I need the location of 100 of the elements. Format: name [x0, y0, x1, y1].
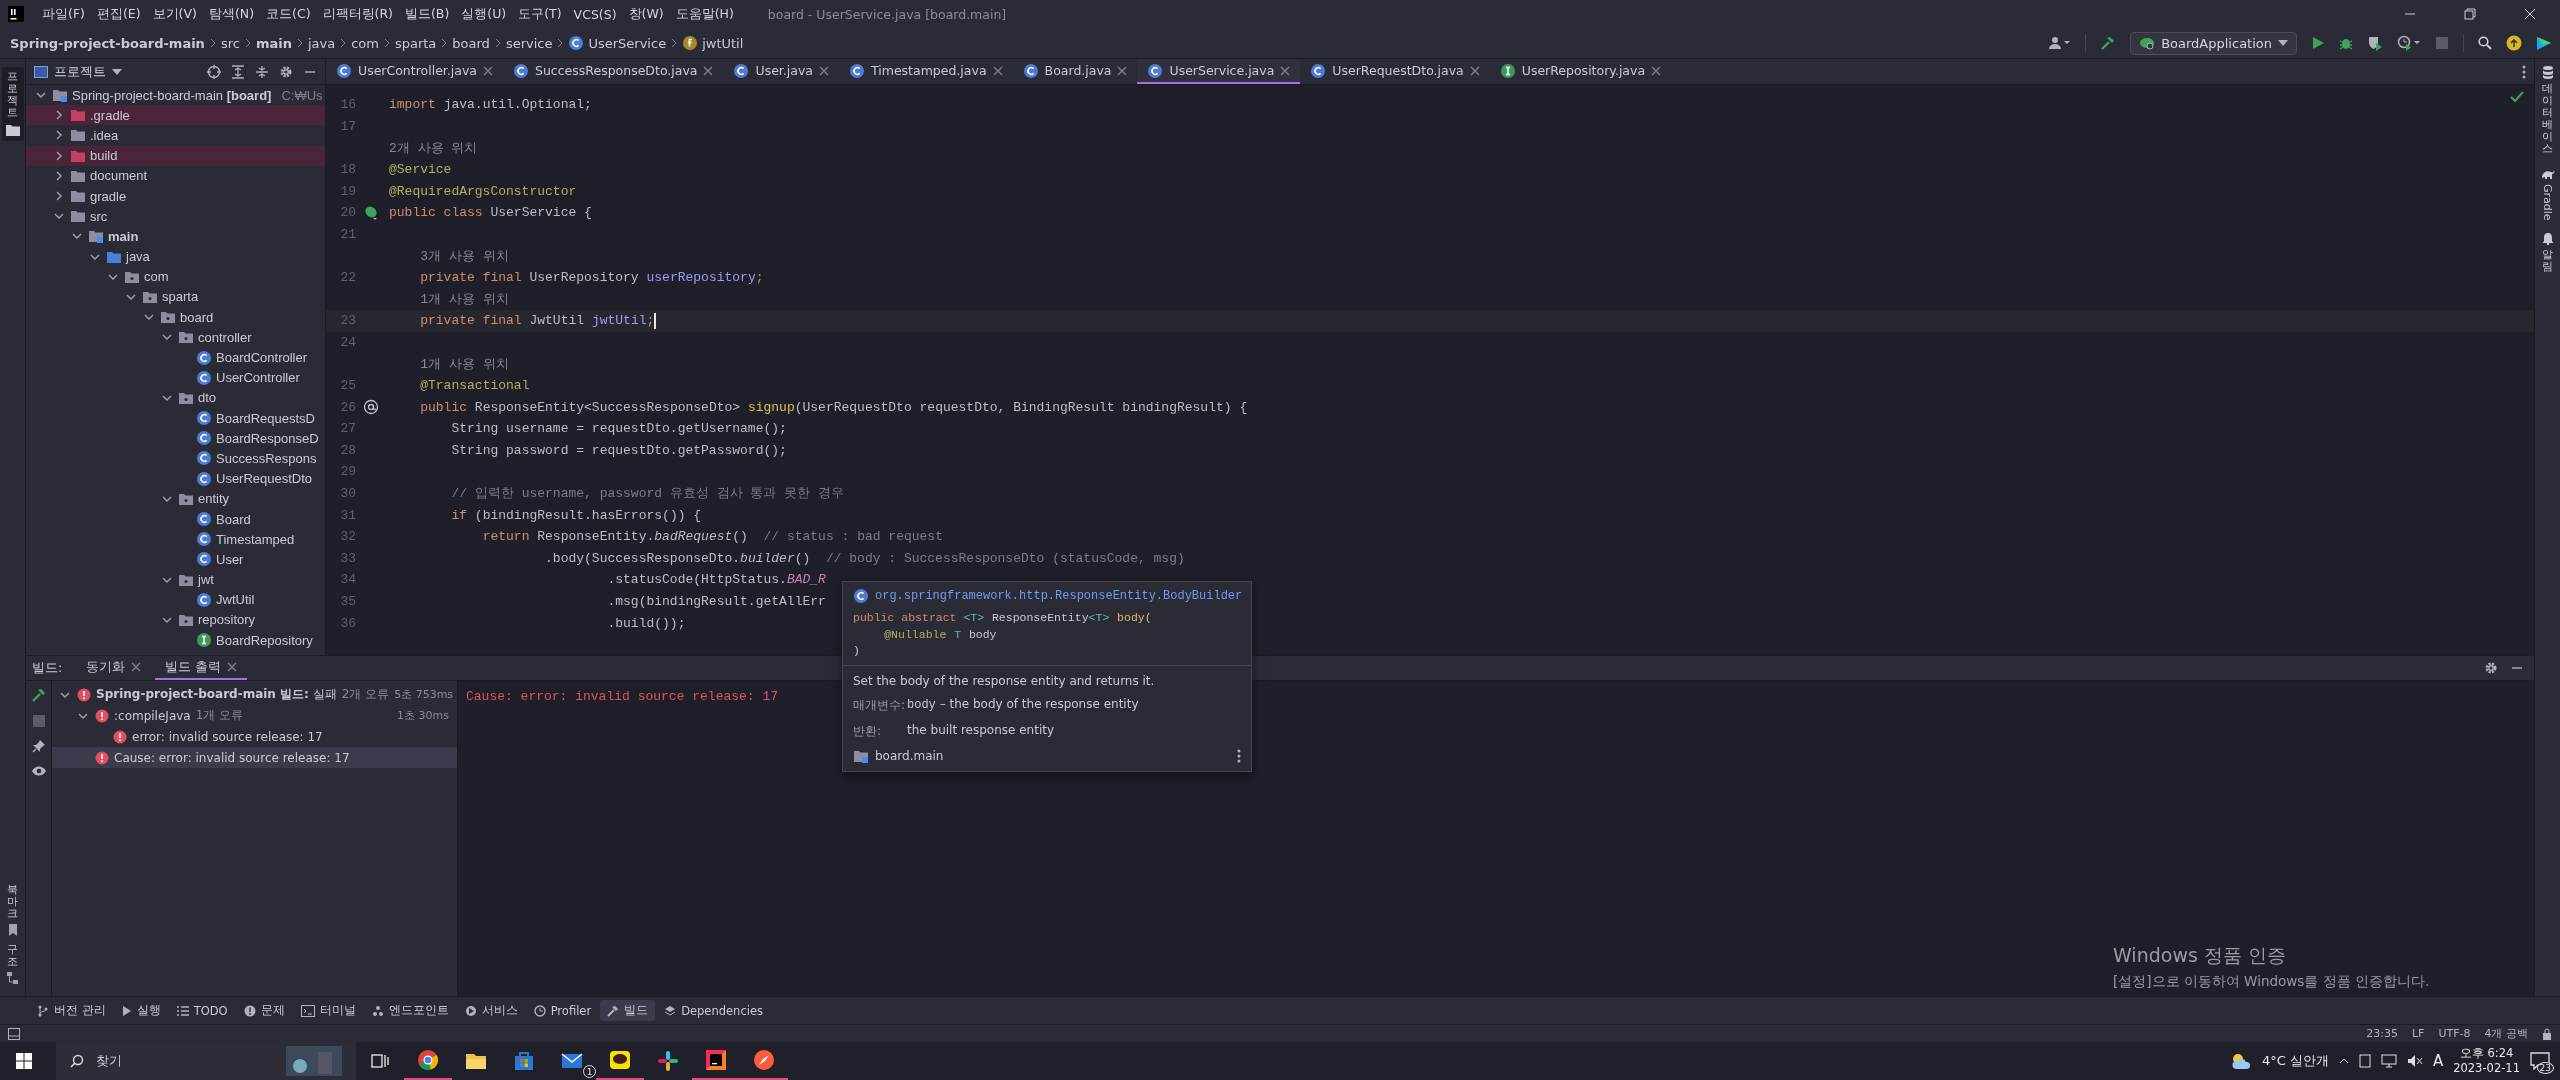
tree-item[interactable]: gradle [90, 188, 127, 204]
app-logo-icon[interactable] [2536, 35, 2552, 51]
input-language-indicator[interactable]: A [2432, 1052, 2444, 1070]
tool-window-tab[interactable]: 데이터베이스 [2542, 83, 2553, 156]
close-icon[interactable] [1280, 65, 1291, 76]
tool-window-tab[interactable]: 구조 [7, 943, 18, 968]
editor-tab[interactable]: SuccessResponseDto.java [503, 59, 724, 84]
tool-window-button[interactable]: 엔드포인트 [364, 1000, 456, 1021]
speaker-muted-icon[interactable] [2406, 1054, 2423, 1068]
more-options-icon[interactable] [1237, 748, 1241, 763]
locate-target-icon[interactable] [207, 64, 221, 79]
run-configuration-dropdown[interactable]: BoardApplication [2130, 31, 2297, 55]
project-view-dropdown[interactable]: 프로젝트 [34, 62, 122, 81]
tree-item[interactable]: User [216, 551, 244, 567]
breadcrumb-item[interactable]: java [307, 35, 336, 51]
usage-hint[interactable]: 1개 사용 위치 [386, 354, 509, 373]
editor-tab[interactable]: UserRequestDto.java [1300, 59, 1490, 84]
tree-item[interactable]: controller [198, 329, 252, 345]
tree-item[interactable]: SuccessRespons [216, 450, 317, 466]
breadcrumb-item[interactable]: jwtUtil [682, 35, 744, 51]
build-tree-item[interactable]: Spring-project-board-main 빌드: 실패 [96, 686, 337, 703]
status-item[interactable]: LF [2411, 1027, 2425, 1040]
tree-item[interactable]: entity [198, 491, 230, 507]
editor-tab[interactable]: UserRepository.java [1489, 59, 1672, 84]
hammer-icon[interactable] [30, 687, 47, 703]
editor-tab[interactable]: Timestamped.java [839, 59, 1013, 84]
menu-item[interactable]: VCS(S) [567, 3, 623, 25]
tree-item[interactable]: Timestamped [216, 531, 295, 547]
compass-app-icon[interactable] [752, 1048, 776, 1072]
breadcrumb-item[interactable]: sparta [394, 35, 437, 51]
tool-window-toggle-icon[interactable] [8, 1027, 20, 1040]
tree-item[interactable]: repository [198, 612, 256, 628]
tree-item[interactable]: BoardRequestsD [216, 410, 315, 426]
user-icon[interactable] [2049, 36, 2072, 50]
tool-window-button[interactable]: Dependencies [657, 1000, 770, 1021]
breadcrumb-item[interactable]: src [220, 35, 240, 51]
close-icon[interactable] [1469, 65, 1480, 76]
panel-tab[interactable]: 동기화 [76, 656, 152, 680]
run-icon[interactable] [2311, 36, 2325, 50]
tool-window-tab[interactable]: Gradle [2541, 183, 2554, 221]
menu-item[interactable]: 도움말(H) [669, 2, 740, 26]
restore-window-icon[interactable] [2464, 8, 2476, 20]
status-item[interactable]: 23:35 [2366, 1027, 2398, 1040]
close-icon[interactable] [483, 65, 493, 76]
close-icon[interactable] [131, 662, 142, 672]
tree-item[interactable]: BoardController [216, 350, 308, 366]
menu-item[interactable]: 보기(V) [146, 2, 203, 26]
class-link[interactable]: org.springframework.http.ResponseEntity.BodyBuilder [875, 589, 1243, 603]
tree-item[interactable]: Spring-project-board-main [board] [72, 87, 272, 103]
tree-item[interactable]: document [90, 168, 148, 184]
tool-window-button[interactable]: 문제 [236, 1000, 292, 1021]
tool-window-button[interactable]: 터미널 [293, 1000, 363, 1021]
usage-hint[interactable]: 2개 사용 위치 [386, 139, 478, 157]
implemented-at-icon[interactable] [363, 399, 379, 416]
spring-bean-icon[interactable] [364, 205, 378, 220]
breadcrumb-item[interactable]: UserService [568, 35, 667, 51]
profiler-icon[interactable] [2397, 35, 2421, 51]
ide-app-icon[interactable] [704, 1048, 728, 1072]
close-icon[interactable] [227, 662, 238, 672]
breadcrumb-item[interactable]: main [255, 35, 292, 51]
settings-icon[interactable] [2484, 661, 2498, 675]
editor-tab[interactable]: UserController.java [326, 59, 503, 84]
menu-item[interactable]: 창(W) [622, 2, 670, 26]
panel-tab[interactable]: 빌드 출력 [155, 656, 248, 680]
breadcrumb-item[interactable]: service [505, 35, 553, 51]
tool-window-button[interactable]: 실행 [114, 1000, 168, 1021]
taskbar-search-field[interactable]: 찾기 [56, 1042, 356, 1080]
menu-item[interactable]: 실행(U) [455, 2, 513, 26]
tool-window-button[interactable]: Profiler [526, 1000, 599, 1021]
usage-hint[interactable]: 1개 사용 위치 [386, 290, 509, 309]
tool-window-tab[interactable]: 북마크 [7, 883, 18, 920]
editor-tab[interactable]: User.java [723, 59, 839, 84]
tree-item[interactable]: Board [216, 511, 251, 527]
build-tree-item[interactable]: error: invalid source release: 17 [132, 729, 323, 744]
editor-tab[interactable]: UserService.java [1137, 59, 1301, 84]
menu-item[interactable]: 탐색(N) [202, 2, 261, 26]
close-icon[interactable] [1117, 65, 1128, 76]
settings-icon[interactable] [279, 64, 293, 79]
tree-item[interactable]: java [126, 249, 150, 265]
tree-item[interactable]: board [180, 309, 214, 325]
breadcrumb-item[interactable]: com [351, 35, 379, 51]
app-logo-icon[interactable] [8, 6, 24, 22]
store-bag-icon[interactable] [512, 1049, 536, 1073]
tree-item[interactable]: UserController [216, 370, 300, 386]
usage-hint[interactable]: 3개 사용 위치 [386, 246, 509, 265]
tool-window-button[interactable]: TODO [169, 1000, 235, 1021]
collapse-all-icon[interactable] [255, 64, 269, 79]
tree-item[interactable]: UserRequestDto [216, 471, 313, 487]
windows-start-icon[interactable] [16, 1053, 32, 1069]
debug-bug-icon[interactable] [2339, 36, 2353, 50]
tree-item[interactable]: BoardResponseD [216, 430, 319, 446]
tree-item[interactable]: dto [198, 390, 217, 406]
lock-icon[interactable] [2542, 1027, 2552, 1040]
close-icon[interactable] [819, 65, 829, 76]
tree-item[interactable]: src [90, 208, 108, 224]
menu-item[interactable]: 편집(E) [90, 2, 147, 26]
tree-item[interactable]: JwtUtil [216, 592, 255, 608]
eye-icon[interactable] [30, 765, 47, 777]
build-hammer-icon[interactable] [2100, 35, 2117, 51]
status-item[interactable]: UTF-8 [2438, 1027, 2471, 1040]
